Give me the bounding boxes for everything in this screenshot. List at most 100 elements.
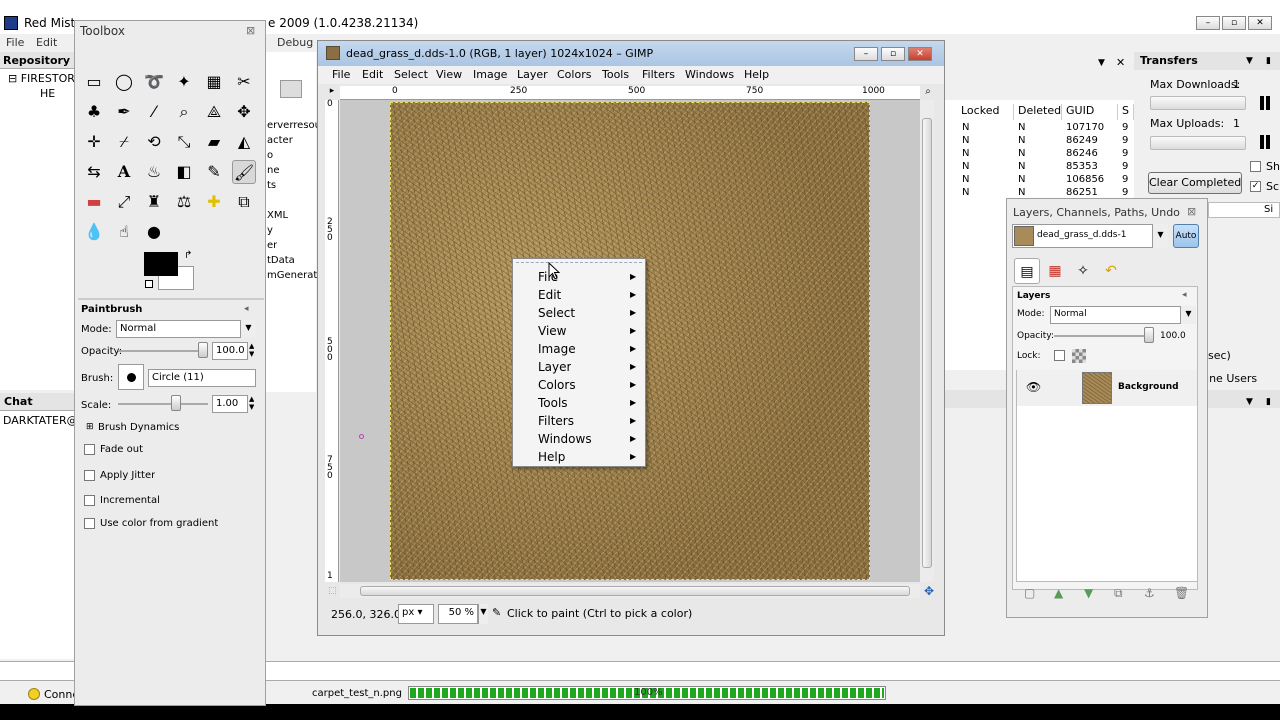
layer-opacity-slider-thumb[interactable] — [1144, 327, 1154, 343]
ctx-item-filters[interactable]: Filters — [538, 414, 574, 428]
column-header-locked[interactable]: Locked — [958, 104, 1014, 120]
table-cell[interactable]: 107170 — [1066, 122, 1104, 133]
free-select-icon[interactable]: ➰ — [142, 70, 166, 94]
image-maximize-button[interactable]: ▫ — [881, 47, 905, 61]
layer-opacity-slider-track[interactable] — [1054, 335, 1154, 337]
table-cell[interactable]: N — [962, 174, 969, 185]
airbrush-icon[interactable]: ⤢ — [112, 190, 136, 214]
table-cell[interactable]: N — [962, 148, 969, 159]
opacity-slider-thumb[interactable] — [198, 342, 208, 358]
table-cell[interactable]: N — [962, 161, 969, 172]
raise-layer-icon[interactable]: ▲ — [1054, 586, 1063, 600]
zoom-icon[interactable]: ⌕ — [172, 100, 196, 124]
ctx-item-edit[interactable]: Edit — [538, 288, 561, 302]
ctx-item-layer[interactable]: Layer — [538, 360, 571, 374]
quick-mask-icon[interactable]: ⬚ — [328, 586, 337, 596]
incremental-checkbox[interactable] — [84, 495, 95, 506]
table-cell[interactable]: N — [962, 135, 969, 146]
navigate-icon[interactable]: ✥ — [924, 584, 934, 598]
ctx-item-image[interactable]: Image — [538, 342, 576, 356]
lock-alpha-icon[interactable] — [1072, 349, 1086, 363]
ctx-item-tools[interactable]: Tools — [538, 396, 568, 410]
layer-name[interactable]: Background — [1118, 382, 1179, 392]
ctx-item-help[interactable]: Help — [538, 450, 565, 464]
eraser-icon[interactable]: ▬ — [82, 190, 106, 214]
eye-visibility-icon[interactable]: 👁 — [1026, 380, 1041, 394]
tab-menu-icon[interactable]: ◂ — [1182, 290, 1187, 300]
pause-uploads-button[interactable] — [1256, 133, 1274, 151]
tree-child[interactable]: HE — [40, 87, 55, 100]
table-cell[interactable]: N — [962, 187, 969, 198]
flip-icon[interactable]: ⇆ — [82, 160, 106, 184]
tab-menu-icon[interactable]: ◂ — [244, 304, 249, 314]
fade-out-checkbox[interactable] — [84, 444, 95, 455]
lower-layer-icon[interactable]: ▼ — [1084, 586, 1093, 600]
layers-tab-icon[interactable]: ▤ — [1014, 258, 1040, 284]
rotate-icon[interactable]: ⟲ — [142, 130, 166, 154]
brush-name-field[interactable]: Circle (11) — [148, 369, 256, 387]
clone-icon[interactable]: ⚖ — [172, 190, 196, 214]
heal-icon[interactable]: ✚ — [202, 190, 226, 214]
color-select-icon[interactable]: ▦ — [202, 70, 226, 94]
crop-icon[interactable]: ⌿ — [112, 130, 136, 154]
delete-layer-icon[interactable]: 🗑 — [1174, 586, 1189, 600]
scale-spinbox[interactable]: 1.00 — [212, 395, 248, 413]
layer-opacity-value[interactable]: 100.0 — [1160, 331, 1186, 341]
table-cell[interactable]: N — [1018, 135, 1025, 146]
checkbox-sh[interactable] — [1250, 161, 1261, 172]
auto-button[interactable]: Auto — [1173, 224, 1199, 248]
anchor-layer-icon[interactable]: ⚓ — [1144, 586, 1155, 600]
unit-select[interactable]: px ▾ — [398, 604, 434, 624]
bg-menu-debug[interactable]: Debug — [277, 36, 313, 49]
scale-slider-track[interactable] — [118, 403, 208, 405]
pin-icon[interactable]: ▮ — [1266, 56, 1271, 66]
file-item[interactable]: ts — [267, 180, 276, 191]
shear-icon[interactable]: ▰ — [202, 130, 226, 154]
tree-root[interactable]: ⊟ FIRESTOR — [8, 72, 75, 85]
dropdown-arrow-icon[interactable]: ▼ — [1098, 58, 1105, 68]
table-cell[interactable]: N — [962, 122, 969, 133]
max-uploads-slider[interactable] — [1150, 136, 1246, 150]
foreground-color-swatch[interactable] — [144, 252, 178, 276]
menu-filters[interactable]: Filters — [642, 68, 675, 81]
layer-mode-select[interactable]: Normal — [1050, 306, 1182, 324]
chevron-down-icon[interactable]: ▼ — [1152, 224, 1168, 248]
chevron-down-icon[interactable]: ▼ — [240, 320, 256, 338]
menu-select[interactable]: Select — [394, 68, 428, 81]
menu-image[interactable]: Image — [473, 68, 507, 81]
rect-select-icon[interactable]: ▭ — [82, 70, 106, 94]
ellipse-select-icon[interactable]: ◯ — [112, 70, 136, 94]
apply-jitter-checkbox[interactable] — [84, 470, 95, 481]
use-gradient-checkbox[interactable] — [84, 518, 95, 529]
table-cell[interactable]: 9 — [1122, 135, 1128, 146]
file-item[interactable]: y — [267, 225, 273, 236]
paths-tab-icon[interactable]: ✧ — [1070, 258, 1096, 284]
file-item[interactable]: ne — [267, 165, 280, 176]
expand-icon[interactable]: ⊞ — [86, 422, 94, 432]
menu-tools[interactable]: Tools — [602, 68, 629, 81]
close-button[interactable]: ✕ — [1248, 16, 1272, 30]
table-cell[interactable]: N — [1018, 187, 1025, 198]
menu-edit[interactable]: Edit — [362, 68, 383, 81]
default-colors-icon[interactable] — [145, 280, 153, 288]
file-item[interactable]: o — [267, 150, 273, 161]
paintbrush-icon[interactable]: 🖌 — [232, 160, 256, 184]
brush-dynamics-expander[interactable]: Brush Dynamics — [98, 422, 179, 433]
minimize-button[interactable]: – — [1196, 16, 1220, 30]
foreground-select-icon[interactable]: ♣ — [82, 100, 106, 124]
bg-menu-edit[interactable]: Edit — [36, 36, 57, 49]
new-layer-icon[interactable]: ▢ — [1024, 586, 1035, 600]
file-item[interactable]: acter — [267, 135, 293, 146]
toolbar-button[interactable] — [280, 80, 302, 98]
zoom-fit-icon[interactable]: ⌕ — [922, 86, 934, 100]
menu-view[interactable]: View — [436, 68, 462, 81]
chevron-down-icon[interactable]: ▼ — [478, 604, 488, 624]
file-item[interactable]: er — [267, 240, 277, 251]
file-item[interactable]: tData — [267, 255, 295, 266]
clear-completed-button[interactable]: Clear Completed — [1148, 172, 1242, 194]
table-cell[interactable]: 9 — [1122, 122, 1128, 133]
image-minimize-button[interactable]: – — [854, 47, 878, 61]
file-item[interactable]: XML — [267, 210, 288, 221]
vertical-scrollbar-thumb[interactable] — [922, 118, 932, 568]
blur-icon[interactable]: 💧 — [82, 220, 106, 244]
